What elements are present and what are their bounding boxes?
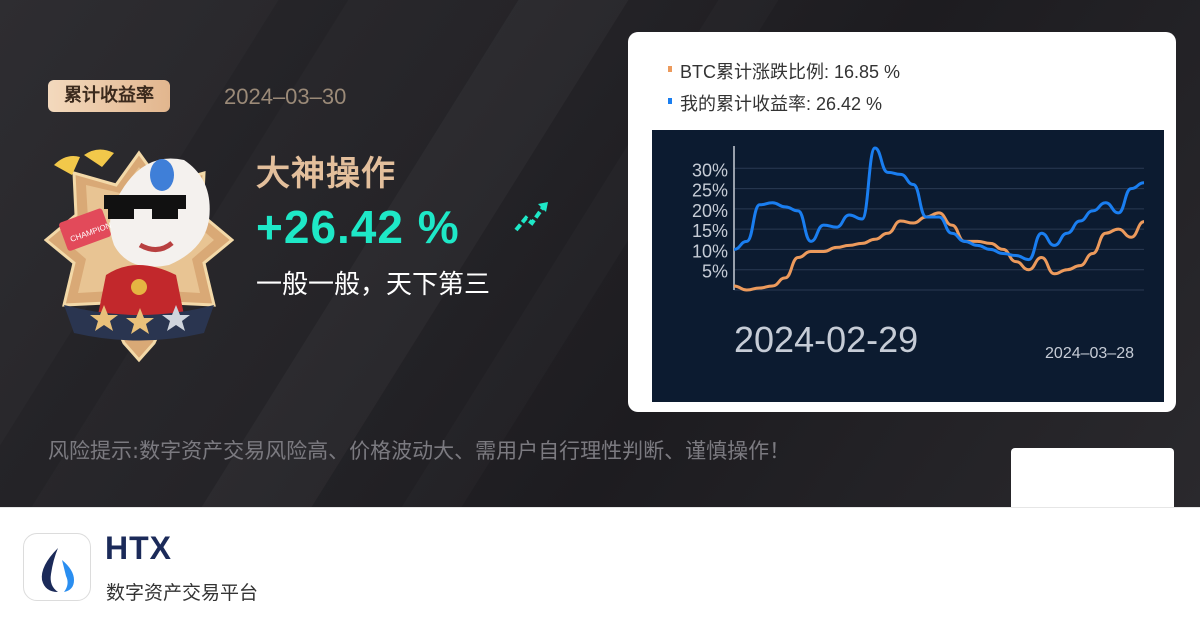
app-tagline: 数字资产交易平台 <box>106 582 259 604</box>
y-tick-label: 15% <box>692 221 728 241</box>
y-tick-label: 10% <box>692 241 728 261</box>
btc-series-line <box>733 211 1145 292</box>
rank-title: 大神操作 <box>256 154 396 194</box>
legend-mine: 我的累计收益率: 26.42 % <box>668 93 882 115</box>
mascot-laurel <box>54 149 114 175</box>
white-tab <box>1011 448 1174 507</box>
return-value: +26.42 % <box>256 201 460 253</box>
htx-logo-icon <box>23 533 91 601</box>
legend-btc-swatch <box>668 66 672 72</box>
share-card: 累计收益率 2024–03–30 CHAMPION 大神操作 +26.42 % … <box>0 0 1200 507</box>
risk-disclaimer: 风险提示:数字资产交易风险高、价格波动大、需用户自行理性判断、谨慎操作！ <box>48 439 791 463</box>
sunglasses <box>104 195 186 209</box>
y-tick-label: 20% <box>692 201 728 221</box>
x-start-label: 2024-02-29 <box>734 319 918 360</box>
mascot-illustration: CHAMPION <box>44 149 234 363</box>
report-date: 2024–03–30 <box>224 84 347 109</box>
y-tick-label: 30% <box>692 160 728 180</box>
legend-btc: BTC累计涨跌比例: 16.85 % <box>668 61 900 83</box>
my-return-series-line <box>733 146 1145 262</box>
app-name: HTX <box>105 530 172 566</box>
cumulative-return-badge: 累计收益率 <box>48 80 170 112</box>
trend-up-icon <box>514 202 548 232</box>
legend-btc-label: BTC累计涨跌比例: 16.85 % <box>680 62 901 82</box>
x-end-label: 2024–03–28 <box>1045 345 1134 362</box>
y-tick-label: 5% <box>702 262 728 282</box>
footer-bar: HTX 数字资产交易平台 <box>0 507 1200 630</box>
remark-text: 一般一般，天下第三 <box>256 270 491 300</box>
legend-mine-swatch <box>668 98 672 104</box>
chart-card: BTC累计涨跌比例: 16.85 % 我的累计收益率: 26.42 % 30% 2… <box>628 32 1176 412</box>
return-chart: 30% 25% 20% 15% 10% 5% 2024-02-29 2024–03–28 <box>652 130 1164 402</box>
legend-mine-label: 我的累计收益率: 26.42 % <box>680 94 883 114</box>
y-tick-label: 25% <box>692 181 728 201</box>
